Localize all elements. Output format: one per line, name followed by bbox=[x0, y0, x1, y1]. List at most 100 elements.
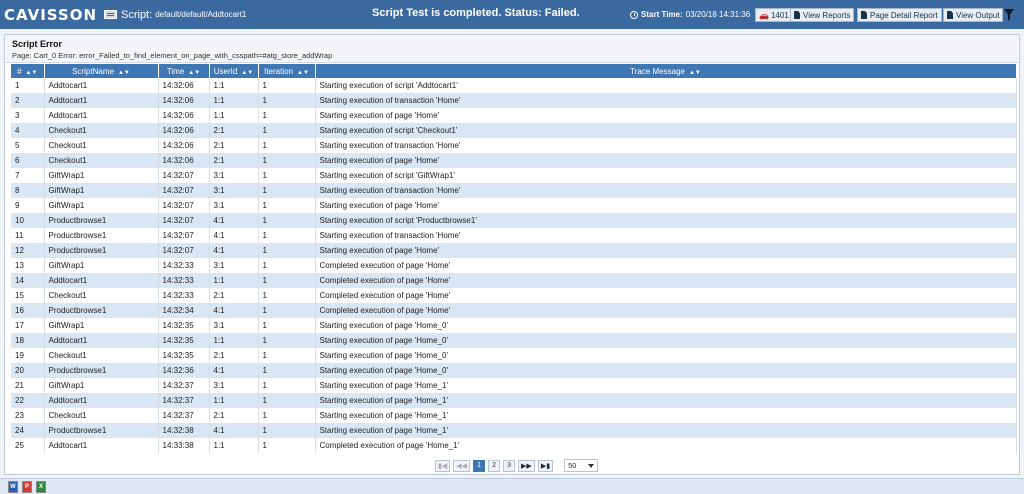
iteration-cell: 1 bbox=[258, 288, 316, 303]
iteration-cell: 1 bbox=[258, 318, 316, 333]
row-index-cell: 12 bbox=[11, 243, 45, 258]
script-icon bbox=[104, 10, 117, 19]
table-row[interactable]: 9 GiftWrap1 14:32:07 3:1 1 Starting execution… bbox=[11, 198, 1017, 213]
iteration-cell: 1 bbox=[258, 198, 316, 213]
table-row[interactable]: 17 GiftWrap1 14:32:35 3:1 1 Starting executio… bbox=[11, 318, 1017, 333]
view-output-label: View Output bbox=[956, 10, 1000, 20]
column-header-index[interactable]: # ▲▼ bbox=[11, 64, 45, 78]
table-row[interactable]: 13 GiftWrap1 14:32:33 3:1 1 Completed executi… bbox=[11, 258, 1017, 273]
iteration-cell: 1 bbox=[258, 123, 316, 138]
trace-message-cell: Completed execution of page 'Home' bbox=[315, 273, 1017, 288]
filter-icon[interactable] bbox=[1004, 9, 1014, 20]
word-export-icon[interactable]: W bbox=[8, 481, 18, 493]
trace-message-cell: Starting execution of page 'Home_1' bbox=[315, 393, 1017, 408]
view-reports-button[interactable]: View Reports bbox=[790, 8, 855, 22]
table-row[interactable]: 10 Productbrowse1 14:32:07 4:1 1 Starting exe… bbox=[11, 213, 1017, 228]
table-row[interactable]: 22 Addtocart1 14:32:37 1:1 1 Starting executi… bbox=[11, 393, 1017, 408]
trace-message-cell: Starting execution of transaction 'Home' bbox=[315, 228, 1017, 243]
page-2-button[interactable]: 2 bbox=[488, 459, 501, 472]
trace-message-cell: Starting execution of page 'Home_1' bbox=[315, 423, 1017, 438]
time-cell: 14:32:06 bbox=[158, 123, 210, 138]
table-row[interactable]: 18 Addtocart1 14:32:35 1:1 1 Starting executi… bbox=[11, 333, 1017, 348]
next-page-button[interactable]: ▶▶ bbox=[518, 459, 535, 472]
table-row[interactable]: 23 Checkout1 14:32:37 2:1 1 Starting executio… bbox=[11, 408, 1017, 423]
trace-message-cell: Starting execution of transaction 'Home' bbox=[315, 138, 1017, 153]
view-reports-label: View Reports bbox=[803, 10, 851, 20]
document-icon bbox=[861, 11, 867, 19]
user-id-cell: 2:1 bbox=[209, 288, 259, 303]
table-row[interactable]: 8 GiftWrap1 14:32:07 3:1 1 Starting execution… bbox=[11, 183, 1017, 198]
time-cell: 14:32:35 bbox=[158, 318, 210, 333]
user-id-cell: 1:1 bbox=[209, 438, 259, 453]
table-row[interactable]: 14 Addtocart1 14:32:33 1:1 1 Completed execut… bbox=[11, 273, 1017, 288]
trace-message-cell: Starting execution of script 'Checkout1' bbox=[315, 123, 1017, 138]
iteration-cell: 1 bbox=[258, 243, 316, 258]
row-index-cell: 6 bbox=[11, 153, 45, 168]
script-path: default/default/Addtocart1 bbox=[155, 10, 247, 19]
pdf-export-icon[interactable]: P bbox=[22, 481, 32, 493]
table-row[interactable]: 4 Checkout1 14:32:06 2:1 1 Starting execution… bbox=[11, 123, 1017, 138]
table-row[interactable]: 20 Productbrowse1 14:32:36 4:1 1 Starting exe… bbox=[11, 363, 1017, 378]
iteration-cell: 1 bbox=[258, 213, 316, 228]
trace-message-cell: Starting execution of page 'Home' bbox=[315, 243, 1017, 258]
script-name-cell: Productbrowse1 bbox=[44, 243, 159, 258]
table-row[interactable]: 25 Addtocart1 14:33:38 1:1 1 Completed execut… bbox=[11, 438, 1017, 453]
script-name-cell: GiftWrap1 bbox=[44, 318, 159, 333]
iteration-cell: 1 bbox=[258, 438, 316, 453]
test-status-message: Script Test is completed. Status: Failed… bbox=[372, 7, 580, 19]
row-index-cell: 18 bbox=[11, 333, 45, 348]
script-name-cell: Addtocart1 bbox=[44, 333, 159, 348]
table-row[interactable]: 6 Checkout1 14:32:06 2:1 1 Starting execution… bbox=[11, 153, 1017, 168]
iteration-cell: 1 bbox=[258, 108, 316, 123]
script-name-cell: Productbrowse1 bbox=[44, 363, 159, 378]
table-row[interactable]: 11 Productbrowse1 14:32:07 4:1 1 Starting exe… bbox=[11, 228, 1017, 243]
export-bar: W P X bbox=[0, 478, 1024, 494]
time-cell: 14:32:06 bbox=[158, 108, 210, 123]
chevron-down-icon bbox=[588, 463, 595, 468]
page-detail-report-button[interactable]: Page Detail Report bbox=[857, 8, 942, 22]
previous-page-button[interactable]: ◀◀ bbox=[453, 459, 471, 472]
table-row[interactable]: 19 Checkout1 14:32:35 2:1 1 Starting executio… bbox=[11, 348, 1017, 363]
row-index-cell: 23 bbox=[11, 408, 45, 423]
page-size-select[interactable]: 50 bbox=[564, 459, 599, 472]
trace-message-cell: Starting execution of script 'Addtocart1… bbox=[315, 78, 1017, 93]
trace-message-cell: Starting execution of page 'Home_1' bbox=[315, 408, 1017, 423]
table-row[interactable]: 16 Productbrowse1 14:32:34 4:1 1 Completed ex… bbox=[11, 303, 1017, 318]
column-header-scriptname[interactable]: ScriptName ▲▼ bbox=[44, 64, 159, 78]
row-index-cell: 3 bbox=[11, 108, 45, 123]
table-row[interactable]: 21 GiftWrap1 14:32:37 3:1 1 Starting executio… bbox=[11, 378, 1017, 393]
page-3-button[interactable]: 3 bbox=[503, 459, 516, 472]
trace-message-cell: Starting execution of page 'Home_0' bbox=[315, 318, 1017, 333]
table-row[interactable]: 15 Checkout1 14:32:33 2:1 1 Completed executi… bbox=[11, 288, 1017, 303]
session-id-button[interactable]: 🚗 1401 bbox=[755, 8, 793, 22]
user-id-cell: 3:1 bbox=[209, 198, 259, 213]
user-id-cell: 2:1 bbox=[209, 138, 259, 153]
first-page-button[interactable]: ▮◀ bbox=[435, 459, 451, 472]
column-header-iteration[interactable]: Iteration ▲▼ bbox=[258, 64, 316, 78]
table-row[interactable]: 12 Productbrowse1 14:32:07 4:1 1 Starting exe… bbox=[11, 243, 1017, 258]
time-cell: 14:32:07 bbox=[158, 168, 210, 183]
row-index-cell: 16 bbox=[11, 303, 45, 318]
sort-icon: ▲▼ bbox=[188, 69, 201, 76]
script-error-panel: Script Error Page: Cart_0 Error: error_F… bbox=[4, 34, 1020, 475]
last-page-button[interactable]: ▶▮ bbox=[537, 459, 554, 472]
table-row[interactable]: 3 Addtocart1 14:32:06 1:1 1 Starting executio… bbox=[11, 108, 1017, 123]
table-row[interactable]: 2 Addtocart1 14:32:06 1:1 1 Starting executio… bbox=[11, 93, 1017, 108]
column-header-trace-message[interactable]: Trace Message ▲▼ bbox=[315, 64, 1017, 78]
column-header-userid[interactable]: UserId ▲▼ bbox=[209, 64, 259, 78]
user-id-cell: 3:1 bbox=[209, 378, 259, 393]
column-header-time[interactable]: Time ▲▼ bbox=[158, 64, 210, 78]
iteration-cell: 1 bbox=[258, 138, 316, 153]
table-row[interactable]: 5 Checkout1 14:32:06 2:1 1 Starting execution… bbox=[11, 138, 1017, 153]
table-row[interactable]: 24 Productbrowse1 14:32:38 4:1 1 Starting exe… bbox=[11, 423, 1017, 438]
excel-export-icon[interactable]: X bbox=[36, 481, 46, 493]
row-index-cell: 22 bbox=[11, 393, 45, 408]
table-row[interactable]: 1 Addtocart1 14:32:06 1:1 1 Starting executio… bbox=[11, 78, 1017, 93]
page-size-value: 50 bbox=[568, 461, 577, 470]
page-1-button[interactable]: 1 bbox=[473, 459, 486, 472]
user-id-cell: 2:1 bbox=[209, 123, 259, 138]
view-output-button[interactable]: View Output bbox=[943, 8, 1004, 22]
table-row[interactable]: 7 GiftWrap1 14:32:07 3:1 1 Starting execution… bbox=[11, 168, 1017, 183]
row-index-cell: 8 bbox=[11, 183, 45, 198]
script-info: Script: default/default/Addtocart1 bbox=[104, 9, 246, 21]
